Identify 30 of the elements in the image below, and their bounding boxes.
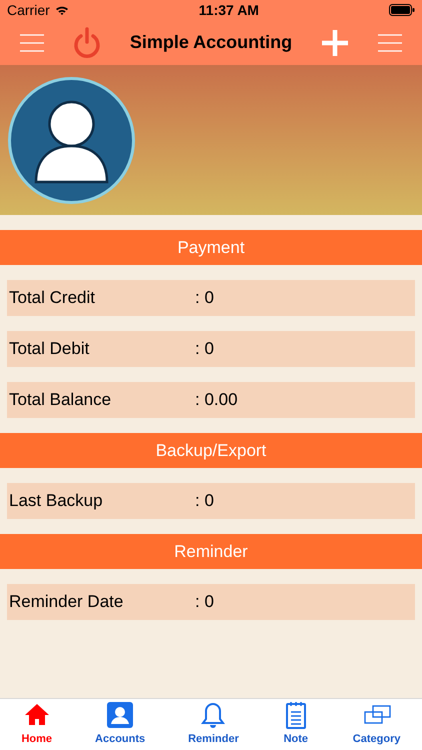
- tab-item[interactable]: Reminder: [188, 701, 239, 748]
- tab-item[interactable]: Category: [352, 701, 400, 748]
- reminder-icon: [199, 701, 228, 730]
- row-label: Total Credit: [8, 287, 96, 310]
- row-value: : 0: [195, 591, 214, 614]
- power-icon[interactable]: [72, 26, 101, 58]
- row-value: : 0: [195, 490, 214, 512]
- tab-item[interactable]: Note: [282, 701, 310, 748]
- tab-item[interactable]: Accounts: [95, 701, 146, 748]
- row-label: Total Balance: [8, 389, 112, 412]
- plus-icon[interactable]: [321, 28, 350, 56]
- row-label: Total Debit: [8, 338, 90, 360]
- wifi-icon: [54, 4, 69, 16]
- menu-icon[interactable]: [20, 34, 44, 52]
- clock-time: 11:37 AM: [198, 0, 259, 20]
- section-header: Backup/Export: [0, 433, 422, 468]
- avatar-icon[interactable]: [8, 76, 135, 204]
- carrier-text: Carrier: [7, 0, 50, 20]
- row-value: : 0: [195, 338, 214, 360]
- accounts-icon: [106, 701, 134, 730]
- app-title: Simple Accounting: [130, 31, 292, 54]
- section-header: Payment: [0, 230, 422, 265]
- row-value: : 0.00: [195, 389, 238, 412]
- battery-icon: [389, 4, 415, 16]
- section-header: Reminder: [0, 534, 422, 569]
- tab-item[interactable]: Home: [21, 701, 52, 748]
- row-value: : 0: [195, 287, 214, 310]
- menu-icon[interactable]: [378, 34, 402, 52]
- row-label: Last Backup: [8, 490, 104, 512]
- row-label: Reminder Date: [8, 591, 124, 614]
